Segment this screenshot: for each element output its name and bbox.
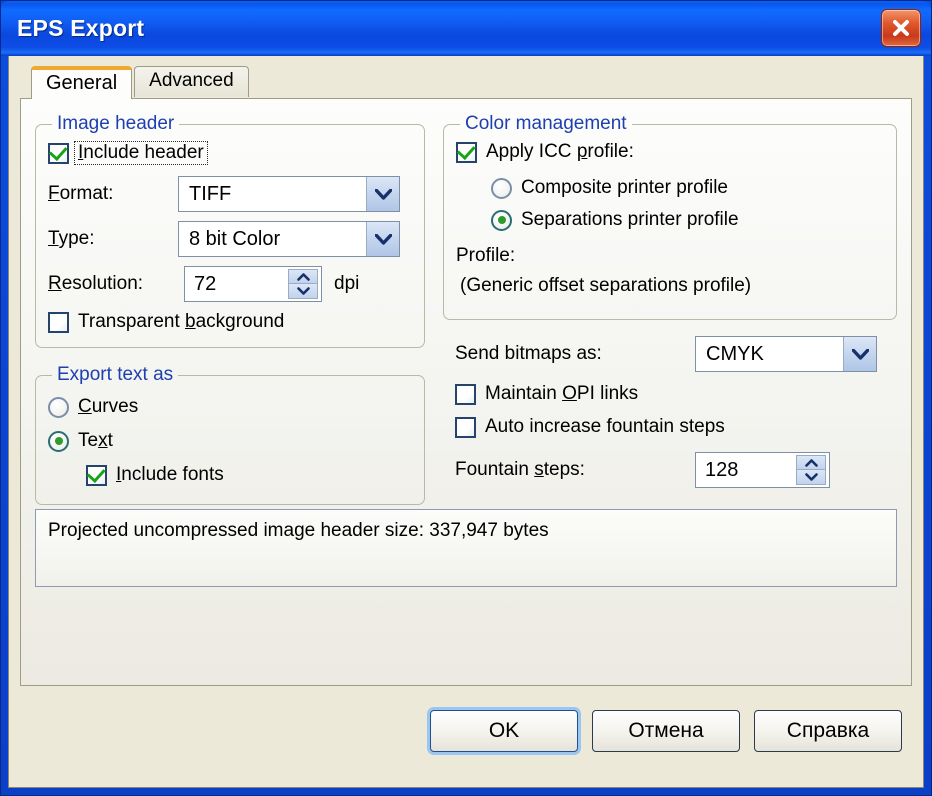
tab-advanced[interactable]: Advanced: [134, 66, 249, 97]
composite-printer-profile-radio[interactable]: [491, 177, 512, 199]
type-dropdown[interactable]: 8 bit Color: [178, 221, 400, 257]
text-label: Text: [78, 430, 113, 451]
type-label: Type:: [48, 228, 95, 249]
chevron-down-icon[interactable]: [366, 177, 399, 211]
bitmap-options: Send bitmaps as: CMYK Maintain OPI links: [443, 336, 897, 488]
window-title: EPS Export: [17, 15, 145, 41]
right-column: Color management Apply ICC profile: Comp…: [443, 113, 897, 505]
group-color-management: Color management Apply ICC profile: Comp…: [443, 113, 897, 320]
row-auto-increase: Auto increase fountain steps: [455, 416, 885, 438]
send-bitmaps-as-label: Send bitmaps as:: [455, 343, 602, 364]
row-maintain-opi: Maintain OPI links: [455, 383, 885, 405]
row-type: Type: 8 bit Color: [48, 221, 412, 257]
include-fonts-label: Include fonts: [116, 464, 224, 485]
format-label: Format:: [48, 183, 114, 204]
curves-label: Curves: [78, 396, 139, 417]
resolution-value[interactable]: 72: [185, 267, 288, 301]
maintain-opi-links-label: Maintain OPI links: [485, 383, 639, 404]
group-export-text-as-legend: Export text as: [57, 364, 174, 385]
apply-icc-profile-checkbox[interactable]: [456, 141, 477, 163]
fountain-steps-value[interactable]: 128: [696, 453, 796, 487]
type-value: 8 bit Color: [189, 227, 281, 250]
row-resolution: Resolution: 72 dpi: [48, 266, 412, 302]
status-text: Projected uncompressed image header size…: [48, 520, 549, 541]
row-profile-label: Profile:: [456, 245, 884, 267]
auto-increase-fountain-steps-checkbox[interactable]: [455, 416, 476, 438]
title-bar: EPS Export: [1, 1, 931, 56]
profile-value: (Generic offset separations profile): [460, 275, 752, 296]
status-box: Projected uncompressed image header size…: [35, 509, 897, 587]
fountain-steps-stepper-buttons[interactable]: [796, 455, 826, 485]
chevron-down-icon[interactable]: [366, 222, 399, 256]
row-include-header: Include header: [48, 141, 412, 165]
auto-increase-fountain-steps-label: Auto increase fountain steps: [485, 416, 725, 437]
chevron-down-icon[interactable]: [288, 284, 318, 299]
row-composite-profile: Composite printer profile: [456, 177, 884, 199]
row-text: Text: [48, 430, 412, 452]
row-include-fonts: Include fonts: [48, 464, 412, 486]
resolution-stepper-buttons[interactable]: [288, 269, 318, 299]
row-curves: Curves: [48, 396, 412, 418]
include-header-label: Include header: [74, 141, 208, 165]
format-dropdown[interactable]: TIFF: [178, 176, 400, 212]
chevron-up-icon[interactable]: [796, 455, 826, 470]
row-format: Format: TIFF: [48, 176, 412, 212]
send-bitmaps-as-dropdown[interactable]: CMYK: [695, 336, 877, 372]
group-image-header: Image header Include header Format: TIFF: [35, 113, 425, 348]
chevron-down-icon[interactable]: [843, 337, 876, 371]
apply-icc-profile-label: Apply ICC profile:: [486, 141, 634, 162]
curves-radio[interactable]: [48, 396, 69, 418]
row-send-bitmaps-as: Send bitmaps as: CMYK: [455, 336, 885, 372]
text-radio[interactable]: [48, 430, 69, 452]
transparent-background-label: Transparent background: [78, 311, 285, 332]
row-profile-value: (Generic offset separations profile): [456, 275, 884, 297]
row-transparent-background: Transparent background: [48, 311, 412, 333]
resolution-stepper[interactable]: 72: [184, 266, 322, 302]
close-icon[interactable]: [881, 9, 921, 47]
help-button[interactable]: Справка: [754, 710, 902, 752]
left-column: Image header Include header Format: TIFF: [35, 113, 425, 505]
eps-export-dialog-window: EPS Export General Advanced Image header: [0, 0, 932, 796]
panel-columns: Image header Include header Format: TIFF: [35, 113, 897, 505]
dialog-body: General Advanced Image header Include he…: [8, 56, 924, 788]
ok-button[interactable]: OK: [430, 710, 578, 752]
resolution-label: Resolution:: [48, 273, 144, 294]
composite-printer-profile-label: Composite printer profile: [521, 177, 728, 198]
include-fonts-checkbox[interactable]: [86, 464, 107, 486]
separations-printer-profile-radio[interactable]: [491, 209, 512, 231]
separations-printer-profile-label: Separations printer profile: [521, 209, 739, 230]
chevron-down-icon[interactable]: [796, 470, 826, 485]
transparent-background-checkbox[interactable]: [48, 311, 69, 333]
row-apply-icc: Apply ICC profile:: [456, 141, 884, 163]
include-header-checkbox[interactable]: [48, 142, 69, 164]
fountain-steps-label: Fountain steps:: [455, 459, 585, 480]
cancel-button[interactable]: Отмена: [592, 710, 740, 752]
button-bar: OK Отмена Справка: [20, 686, 912, 776]
maintain-opi-links-checkbox[interactable]: [455, 383, 476, 405]
send-bitmaps-as-value: CMYK: [706, 342, 764, 365]
row-fountain-steps: Fountain steps: 128: [455, 452, 885, 488]
tab-general[interactable]: General: [31, 66, 133, 99]
profile-label: Profile:: [456, 245, 516, 266]
group-color-management-legend: Color management: [465, 113, 627, 134]
tab-panel-general: Image header Include header Format: TIFF: [20, 98, 912, 686]
chevron-up-icon[interactable]: [288, 269, 318, 284]
row-separations-profile: Separations printer profile: [456, 209, 884, 231]
group-export-text-as: Export text as Curves Text Include fonts: [35, 364, 425, 505]
fountain-steps-stepper[interactable]: 128: [695, 452, 830, 488]
tab-strip: General Advanced: [20, 66, 912, 99]
group-image-header-legend: Image header: [57, 113, 175, 134]
resolution-unit: dpi: [334, 273, 360, 294]
format-value: TIFF: [189, 182, 232, 205]
